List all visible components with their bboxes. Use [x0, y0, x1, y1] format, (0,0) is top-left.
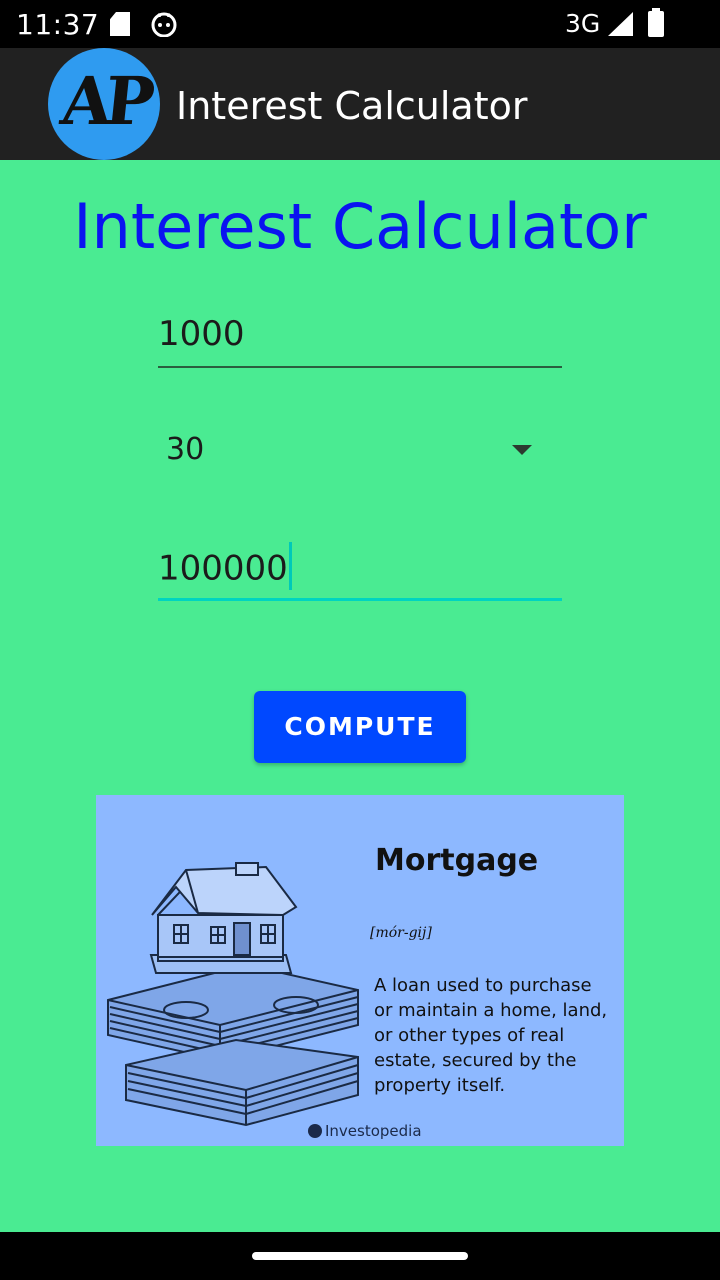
dropdown-arrow-icon: [512, 445, 532, 455]
signal-icon: [608, 12, 633, 36]
app-bar: AP Interest Calculator: [0, 48, 720, 160]
page-heading: Interest Calculator: [73, 190, 647, 263]
mortgage-image: Mortgage [mór-gij] A loan used to purcha…: [96, 795, 624, 1146]
app-logo: AP: [48, 48, 160, 160]
cat-icon: [151, 12, 177, 37]
years-value: 30: [166, 432, 205, 467]
investopedia-logo-icon: [308, 1123, 322, 1138]
navigation-bar: [0, 1232, 720, 1280]
text-cursor: [288, 542, 292, 590]
mortgage-definition: A loan used to purchase or maintain a ho…: [374, 975, 608, 1096]
years-dropdown[interactable]: 30: [158, 420, 562, 480]
status-bar: 11:37 3G: [0, 0, 720, 48]
investopedia-brand: Investopedia: [308, 1122, 422, 1140]
home-gesture-handle[interactable]: [252, 1252, 468, 1260]
status-time: 11:37: [16, 8, 100, 41]
amount-input[interactable]: 100000: [158, 538, 562, 601]
mortgage-pronunciation: [mór-gij]: [370, 925, 432, 941]
amount-value: 100000: [158, 548, 288, 589]
compute-button[interactable]: COMPUTE: [254, 691, 466, 763]
brand-name: Investopedia: [325, 1122, 422, 1140]
app-title: Interest Calculator: [176, 84, 528, 128]
battery-icon: [648, 8, 664, 37]
principal-input[interactable]: 1000: [158, 306, 562, 368]
amount-value-wrap: 100000: [158, 542, 292, 594]
house-money-illustration: [107, 862, 359, 1127]
principal-value: 1000: [158, 314, 245, 354]
app-logo-text: AP: [57, 62, 151, 140]
network-type: 3G: [565, 9, 601, 38]
sd-card-icon: [110, 12, 130, 36]
mortgage-title: Mortgage: [375, 843, 539, 878]
